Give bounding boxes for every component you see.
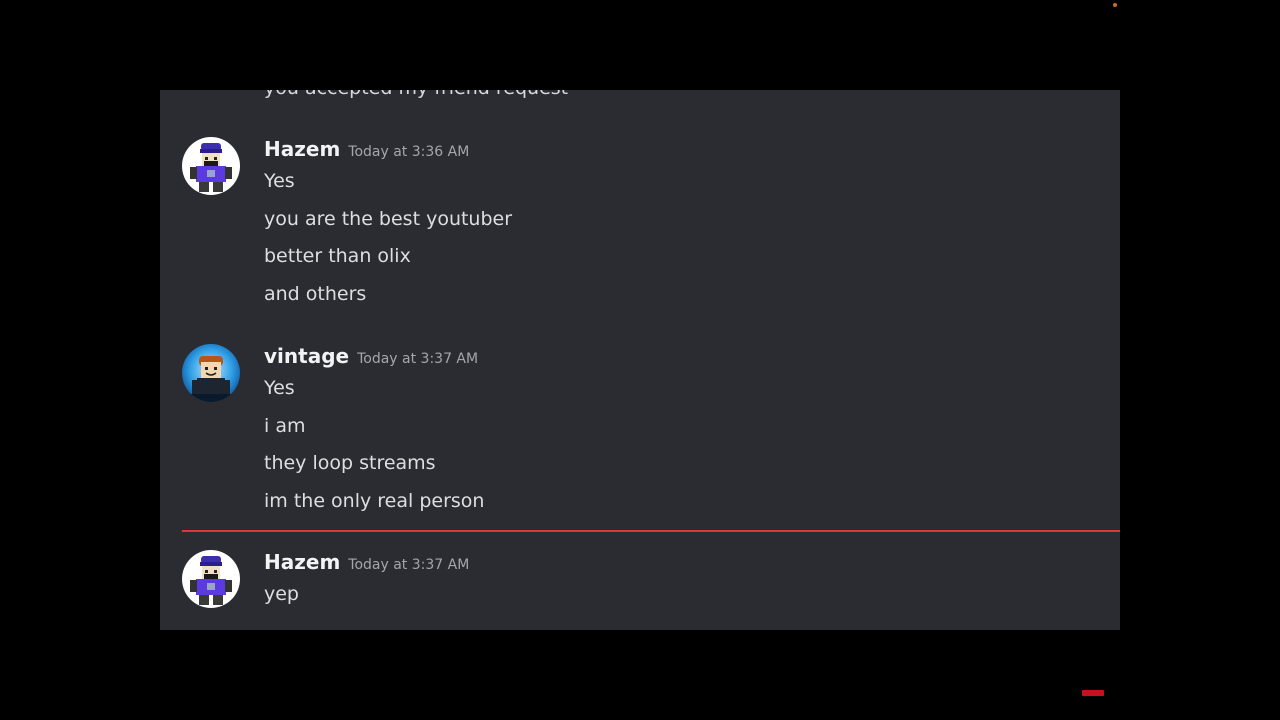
message-header: Hazem Today at 3:37 AM <box>264 550 469 574</box>
message-line: and others <box>264 283 367 305</box>
roblox-avatar-icon <box>182 550 240 608</box>
message-line: im the only real person <box>264 490 485 512</box>
message-line: Yes <box>264 377 295 399</box>
chat-message-list[interactable]: you accepted my friend request <box>160 90 1120 630</box>
video-frame: you accepted my friend request <box>0 0 1280 720</box>
partial-message-text: you accepted my friend request <box>264 90 568 99</box>
new-messages-divider <box>182 530 1120 532</box>
avatar-vintage[interactable] <box>182 344 240 402</box>
message-line: Yes <box>264 170 295 192</box>
message-header: Hazem Today at 3:36 AM <box>264 137 469 161</box>
timestamp[interactable]: Today at 3:37 AM <box>357 351 478 367</box>
message-line: they loop streams <box>264 452 436 474</box>
channel-watermark-icon <box>1082 690 1104 696</box>
username[interactable]: Hazem <box>264 137 340 161</box>
message-line: i am <box>264 415 306 437</box>
roblox-avatar-icon <box>182 137 240 195</box>
message-line: yep <box>264 583 299 605</box>
username[interactable]: Hazem <box>264 550 340 574</box>
roblox-avatar-icon <box>182 344 240 402</box>
timestamp[interactable]: Today at 3:36 AM <box>348 144 469 160</box>
timestamp[interactable]: Today at 3:37 AM <box>348 557 469 573</box>
avatar-hazem[interactable] <box>182 137 240 195</box>
recording-indicator-icon <box>1113 3 1117 7</box>
avatar-hazem[interactable] <box>182 550 240 608</box>
message-header: vintage Today at 3:37 AM <box>264 344 478 368</box>
message-line: you are the best youtuber <box>264 208 513 230</box>
username[interactable]: vintage <box>264 344 349 368</box>
message-line: better than olix <box>264 245 411 267</box>
